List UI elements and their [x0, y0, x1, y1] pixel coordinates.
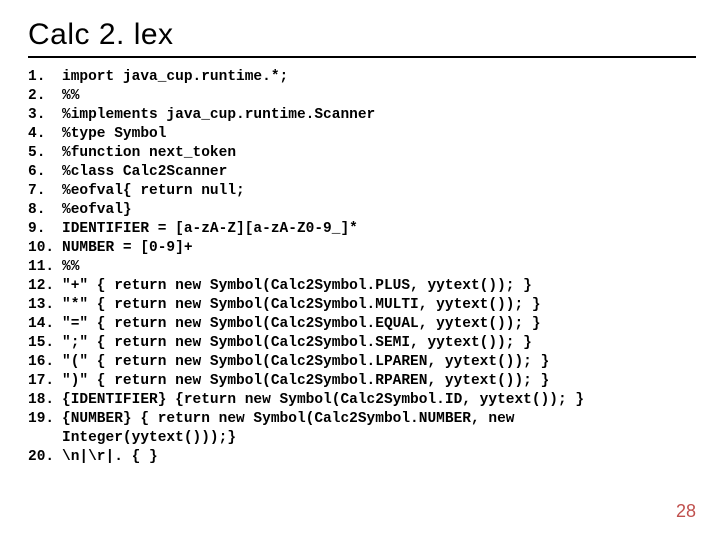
line-number: 13. — [28, 296, 62, 315]
code-line: 13."*" { return new Symbol(Calc2Symbol.M… — [28, 296, 696, 315]
code-text: "*" { return new Symbol(Calc2Symbol.MULT… — [62, 296, 541, 315]
code-text: %type Symbol — [62, 125, 166, 144]
code-text: %class Calc2Scanner — [62, 163, 227, 182]
code-text: {NUMBER} { return new Symbol(Calc2Symbol… — [62, 410, 514, 429]
line-number: 1. — [28, 68, 62, 87]
code-line: 16."(" { return new Symbol(Calc2Symbol.L… — [28, 353, 696, 372]
line-number: 6. — [28, 163, 62, 182]
code-text: ")" { return new Symbol(Calc2Symbol.RPAR… — [62, 372, 549, 391]
line-number: 7. — [28, 182, 62, 201]
code-line: 4.%type Symbol — [28, 125, 696, 144]
code-block: 1.import java_cup.runtime.*;2.%%3.%imple… — [28, 68, 696, 467]
slide-title: Calc 2. lex — [28, 18, 696, 52]
code-line: 11.%% — [28, 258, 696, 277]
code-line: 2.%% — [28, 87, 696, 106]
code-text: "=" { return new Symbol(Calc2Symbol.EQUA… — [62, 315, 541, 334]
code-text: "+" { return new Symbol(Calc2Symbol.PLUS… — [62, 277, 532, 296]
line-number: 19. — [28, 410, 62, 429]
code-line: 10.NUMBER = [0-9]+ — [28, 239, 696, 258]
code-line: 1.import java_cup.runtime.*; — [28, 68, 696, 87]
code-text: IDENTIFIER = [a-zA-Z][a-zA-Z0-9_]* — [62, 220, 358, 239]
code-text: Integer(yytext()));} — [62, 429, 236, 448]
code-line: 5.%function next_token — [28, 144, 696, 163]
code-text: {IDENTIFIER} {return new Symbol(Calc2Sym… — [62, 391, 584, 410]
code-text: %implements java_cup.runtime.Scanner — [62, 106, 375, 125]
code-line: 17.")" { return new Symbol(Calc2Symbol.R… — [28, 372, 696, 391]
slide: Calc 2. lex 1.import java_cup.runtime.*;… — [0, 0, 720, 540]
line-number: 10. — [28, 239, 62, 258]
code-text: "(" { return new Symbol(Calc2Symbol.LPAR… — [62, 353, 549, 372]
code-text: ";" { return new Symbol(Calc2Symbol.SEMI… — [62, 334, 532, 353]
line-number: 20. — [28, 448, 62, 467]
code-line: 20.\n|\r|. { } — [28, 448, 696, 467]
code-line: 3.%implements java_cup.runtime.Scanner — [28, 106, 696, 125]
line-number: 16. — [28, 353, 62, 372]
line-number: 8. — [28, 201, 62, 220]
code-line: Integer(yytext()));} — [28, 429, 696, 448]
code-line: 18.{IDENTIFIER} {return new Symbol(Calc2… — [28, 391, 696, 410]
code-line: 15.";" { return new Symbol(Calc2Symbol.S… — [28, 334, 696, 353]
code-line: 6.%class Calc2Scanner — [28, 163, 696, 182]
line-number: 11. — [28, 258, 62, 277]
line-number — [28, 429, 62, 448]
code-line: 14."=" { return new Symbol(Calc2Symbol.E… — [28, 315, 696, 334]
line-number: 4. — [28, 125, 62, 144]
code-text: NUMBER = [0-9]+ — [62, 239, 193, 258]
title-underline — [28, 56, 696, 58]
line-number: 2. — [28, 87, 62, 106]
code-line: 9.IDENTIFIER = [a-zA-Z][a-zA-Z0-9_]* — [28, 220, 696, 239]
line-number: 17. — [28, 372, 62, 391]
code-text: \n|\r|. { } — [62, 448, 158, 467]
code-text: %eofval{ return null; — [62, 182, 245, 201]
code-text: %function next_token — [62, 144, 236, 163]
line-number: 14. — [28, 315, 62, 334]
page-number: 28 — [676, 501, 696, 522]
line-number: 12. — [28, 277, 62, 296]
code-line: 12."+" { return new Symbol(Calc2Symbol.P… — [28, 277, 696, 296]
code-text: import java_cup.runtime.*; — [62, 68, 288, 87]
code-line: 7.%eofval{ return null; — [28, 182, 696, 201]
line-number: 15. — [28, 334, 62, 353]
line-number: 9. — [28, 220, 62, 239]
code-text: %% — [62, 87, 79, 106]
code-line: 19.{NUMBER} { return new Symbol(Calc2Sym… — [28, 410, 696, 429]
code-text: %eofval} — [62, 201, 132, 220]
line-number: 5. — [28, 144, 62, 163]
code-text: %% — [62, 258, 79, 277]
line-number: 18. — [28, 391, 62, 410]
line-number: 3. — [28, 106, 62, 125]
code-line: 8.%eofval} — [28, 201, 696, 220]
